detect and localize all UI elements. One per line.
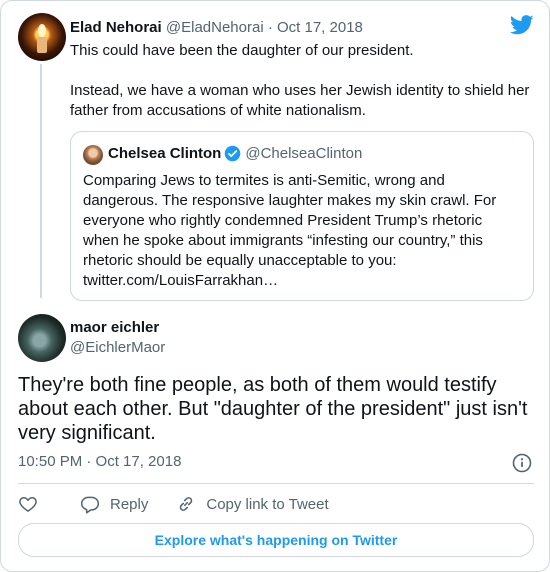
author-name[interactable]: Elad Nehorai [70,19,162,36]
author-handle[interactable]: @EichlerMaor [70,339,165,356]
embedded-tweet-card: Elad Nehorai @EladNehorai · Oct 17, 2018… [0,0,550,572]
avatar[interactable] [18,314,66,362]
link-icon [180,497,193,511]
quoted-tweet[interactable]: Chelsea Clinton @ChelseaClinton Comparin… [70,131,534,301]
info-icon[interactable] [512,453,532,473]
quoted-tweet-text: Comparing Jews to termites is anti-Semit… [83,172,497,289]
copy-link-label: Copy link to Tweet [206,495,329,513]
reply-bubble-icon [80,496,100,514]
avatar[interactable] [18,13,66,61]
candle-body [37,37,47,53]
author-handle[interactable]: @EladNehorai [166,19,264,36]
thread-connector-line [40,64,42,298]
verified-badge-icon [225,145,241,162]
divider [18,483,534,484]
copy-link-button[interactable]: Copy link to Tweet [176,494,329,514]
tweet-actions: Reply Copy link to Tweet [18,493,357,515]
quoted-tweet-header: Chelsea Clinton @ChelseaClinton [108,145,362,162]
avatar [83,145,103,165]
explore-twitter-button[interactable]: Explore what's happening on Twitter [18,523,534,557]
heart-icon [19,497,37,512]
reply-label: Reply [110,495,149,513]
tweet-text-paragraph: Instead, we have a woman who uses her Je… [70,82,530,119]
parent-tweet-text: This could have been the daughter of our… [70,41,540,121]
author-name[interactable]: maor eichler [70,319,159,336]
tweet-timestamp[interactable]: 10:50 PM · Oct 17, 2018 [18,453,181,470]
parent-tweet-header: Elad Nehorai @EladNehorai · Oct 17, 2018 [70,19,363,36]
reply-button[interactable]: Reply [80,494,148,514]
like-button[interactable] [18,494,48,514]
twitter-bird-icon[interactable] [510,15,534,35]
candle-flame [38,24,46,37]
author-handle: @ChelseaClinton [245,145,363,162]
tweet-date[interactable]: Oct 17, 2018 [277,19,363,36]
tweet-text: They're both fine people, as both of the… [18,374,528,444]
tweet-text-line: This could have been the daughter of our… [70,42,414,59]
author-name: Chelsea Clinton [108,145,222,162]
separator: · [263,19,277,36]
